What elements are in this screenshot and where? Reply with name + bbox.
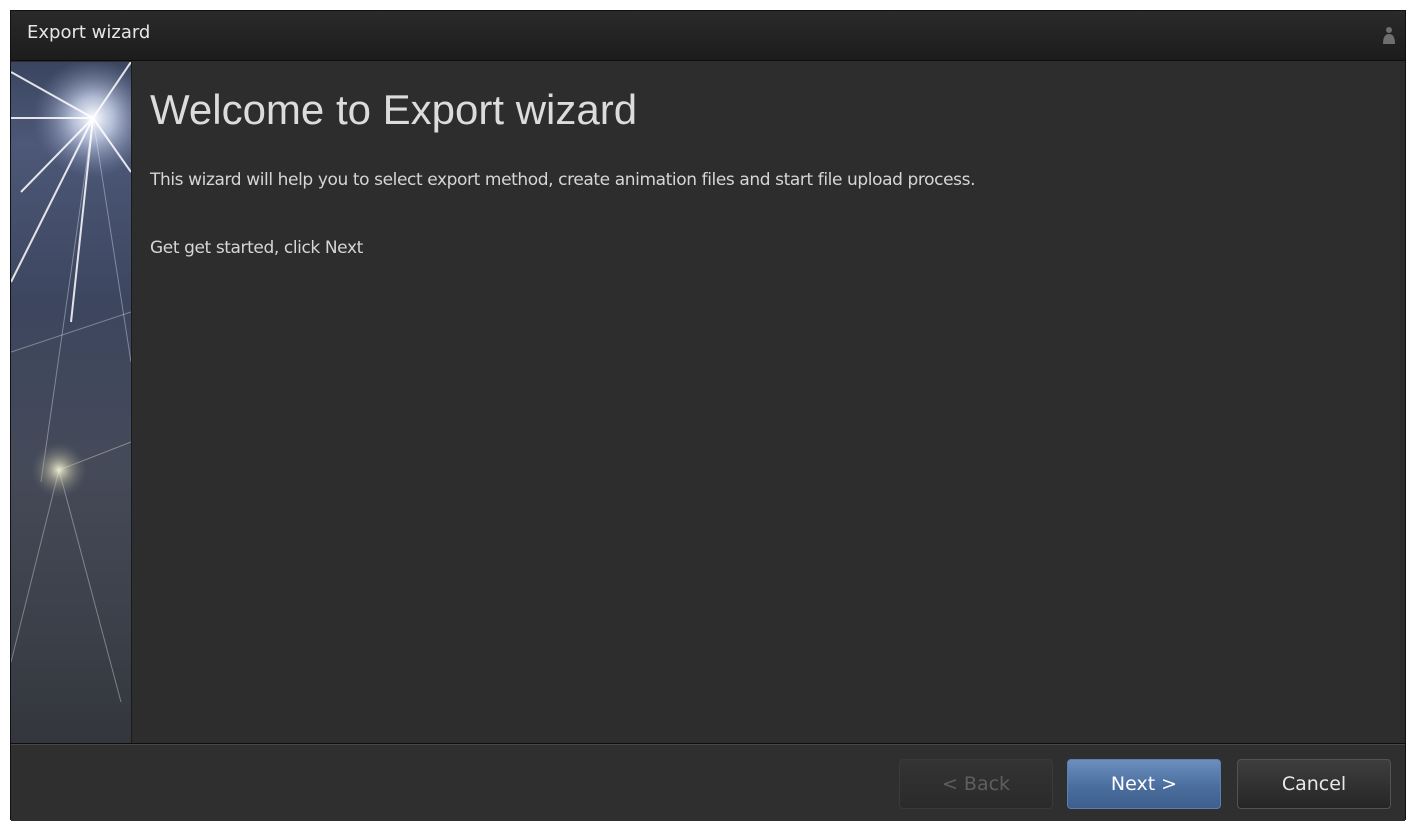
next-button[interactable]: Next > xyxy=(1067,759,1221,809)
instruction-text: Get get started, click Next xyxy=(150,238,363,258)
window-title: Export wizard xyxy=(27,22,151,43)
cancel-button[interactable]: Cancel xyxy=(1237,759,1391,809)
page-title: Welcome to Export wizard xyxy=(150,86,638,133)
button-bar: < Back Next > Cancel xyxy=(11,743,1405,821)
starburst-image xyxy=(11,62,131,703)
export-wizard-window: Export wizard Welcome to Export wizard T… xyxy=(10,10,1406,821)
back-button[interactable]: < Back xyxy=(899,759,1053,809)
welcome-page: Welcome to Export wizard This wizard wil… xyxy=(132,62,1405,743)
app-icon xyxy=(1381,23,1397,45)
sidebar-banner xyxy=(11,62,132,743)
description-text: This wizard will help you to select expo… xyxy=(150,170,976,190)
title-bar[interactable]: Export wizard xyxy=(11,11,1405,61)
